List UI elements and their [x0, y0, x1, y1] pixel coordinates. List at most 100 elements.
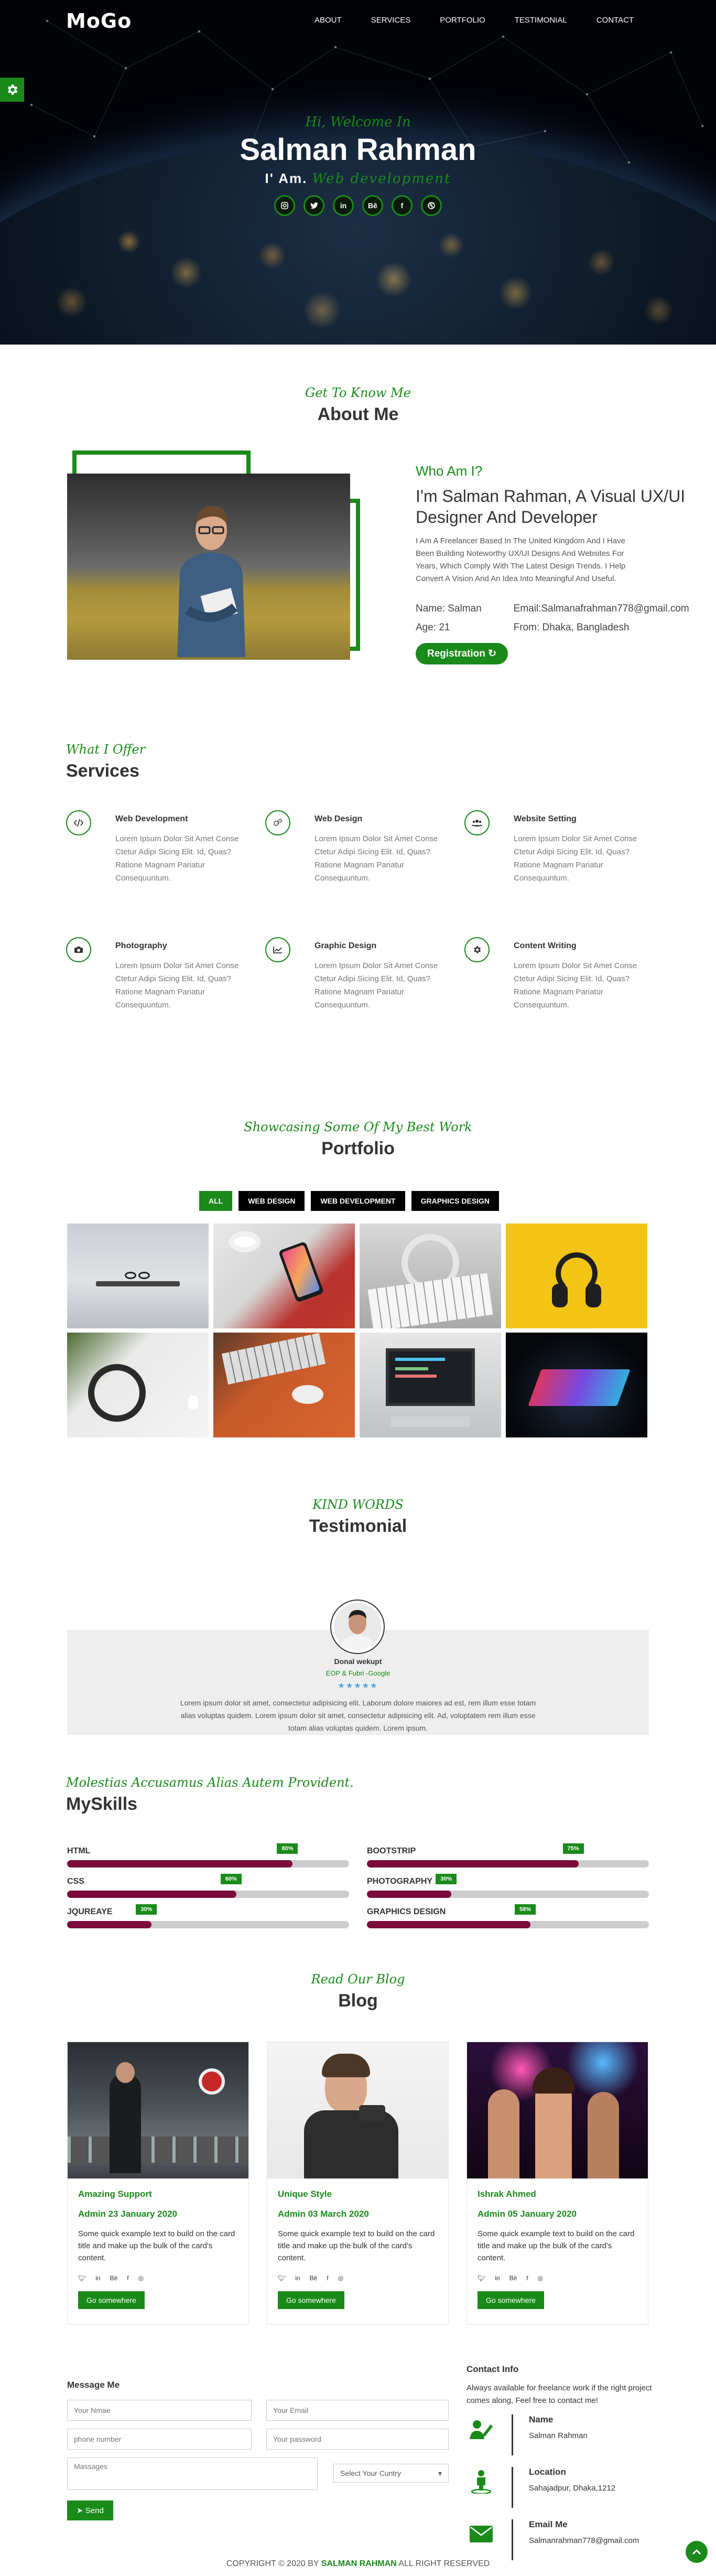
- country-select[interactable]: Select Your Cuntry ▾: [333, 2464, 449, 2483]
- blog-section: Read Our Blog Blog Amazing Support Admin…: [0, 1972, 716, 2339]
- behance-icon[interactable]: Bē: [509, 2274, 517, 2282]
- skill-percent-badge: 30%: [436, 1874, 457, 1884]
- about-email: Email:Salmanafrahman778@gmail.com: [513, 603, 689, 614]
- nav-link-portfolio[interactable]: PORTFOLIO: [440, 16, 485, 25]
- who-am-i-heading: Who Am I?: [416, 463, 483, 479]
- filter-web-development[interactable]: WEB DEVELOPMENT: [311, 1191, 405, 1211]
- blog-post-title[interactable]: Ishrak Ahmed: [478, 2189, 637, 2199]
- twitter-icon[interactable]: 🐦︎: [78, 2274, 86, 2282]
- portfolio-item[interactable]: [213, 1333, 355, 1437]
- skill-bar: [367, 1891, 649, 1898]
- send-button[interactable]: ➤ Send: [67, 2500, 113, 2520]
- portfolio-section: Showcasing Some Of My Best Work Portfoli…: [0, 1120, 716, 1461]
- linkedin-icon[interactable]: in: [95, 2274, 100, 2282]
- skill-label: CSS: [67, 1877, 84, 1886]
- name-input[interactable]: [67, 2400, 252, 2421]
- phone-input[interactable]: [67, 2429, 252, 2450]
- instagram-icon[interactable]: [274, 195, 295, 216]
- linkedin-icon[interactable]: in: [333, 195, 354, 216]
- dribbble-icon[interactable]: ◎: [138, 2274, 144, 2282]
- portfolio-item[interactable]: [67, 1333, 209, 1437]
- message-me-heading: Message Me: [67, 2380, 120, 2390]
- linkedin-icon[interactable]: in: [295, 2274, 300, 2282]
- registration-button[interactable]: Registration ↻: [416, 643, 508, 664]
- portfolio-item[interactable]: [213, 1223, 355, 1328]
- blog-post-title[interactable]: Amazing Support: [78, 2189, 238, 2199]
- nav-link-services[interactable]: SERVICES: [371, 16, 411, 25]
- facebook-icon[interactable]: f: [127, 2274, 128, 2282]
- contact-location-row: Location Sahajadpur, Dhaka,1212: [467, 2467, 655, 2512]
- behance-icon[interactable]: Bē: [310, 2274, 318, 2282]
- dribbble-icon[interactable]: ◎: [338, 2274, 343, 2282]
- password-input[interactable]: [266, 2429, 449, 2450]
- footer-author[interactable]: SALMAN RAHMAN: [321, 2559, 397, 2568]
- service-text: Lorem Ipsum Dolor Sit Amet Conse Ctetur …: [115, 834, 239, 883]
- testimonial-quote: Lorem ipsum dolor sit amet, consectetur …: [180, 1699, 536, 1732]
- person-illustration: [177, 506, 245, 657]
- role-prefix: I' Am.: [265, 170, 308, 186]
- blog-post-meta: Admin 03 March 2020: [278, 2209, 369, 2219]
- twitter-icon[interactable]: [303, 195, 324, 216]
- service-title: Website Setting: [514, 814, 577, 823]
- site-logo[interactable]: MoGo: [66, 9, 132, 33]
- skill-label: PHOTOGRAPHY: [367, 1877, 433, 1886]
- service-text: Lorem Ipsum Dolor Sit Amet Conse Ctetur …: [514, 834, 637, 883]
- facebook-icon[interactable]: f: [327, 2274, 328, 2282]
- go-somewhere-button[interactable]: Go somewhere: [478, 2291, 544, 2309]
- testimonial-kicker: KIND WORDS: [312, 1497, 404, 1512]
- contact-info: Contact Info Always available for freela…: [467, 2364, 655, 2564]
- nav-link-testimonial[interactable]: TESTIMONIAL: [515, 16, 567, 25]
- scroll-to-top-button[interactable]: [686, 2541, 708, 2563]
- camera-icon: [66, 937, 91, 962]
- skill-row: JQUREAYE 30%: [67, 1904, 349, 1938]
- hero-role: I' Am. Web development: [0, 170, 716, 187]
- dribbble-icon[interactable]: [421, 195, 442, 216]
- portfolio-item[interactable]: [506, 1333, 647, 1437]
- filter-all[interactable]: ALL: [199, 1191, 233, 1211]
- avatar: [331, 1601, 384, 1653]
- go-somewhere-button[interactable]: Go somewhere: [278, 2291, 344, 2309]
- behance-icon[interactable]: Bē: [362, 195, 383, 216]
- contact-location-label: Location: [529, 2467, 566, 2477]
- contact-name-row: Name Salman Rahman: [467, 2414, 655, 2460]
- about-photo: [67, 474, 350, 660]
- dribbble-icon[interactable]: ◎: [538, 2274, 543, 2282]
- about-age: Age: 21: [416, 622, 450, 633]
- blog-post-title[interactable]: Unique Style: [278, 2189, 438, 2199]
- rating-stars: ★★★★★: [338, 1681, 378, 1690]
- service-title: Web Design: [314, 814, 363, 823]
- facebook-icon[interactable]: f: [526, 2274, 528, 2282]
- portfolio-item[interactable]: [360, 1223, 501, 1328]
- message-textarea[interactable]: [67, 2457, 318, 2490]
- facebook-icon[interactable]: f: [392, 195, 413, 216]
- go-somewhere-button[interactable]: Go somewhere: [78, 2291, 145, 2309]
- skill-bar: [67, 1921, 349, 1928]
- skill-label: BOOTSTRIP: [367, 1847, 416, 1855]
- portfolio-item[interactable]: [360, 1333, 501, 1437]
- twitter-icon[interactable]: 🐦︎: [478, 2274, 485, 2282]
- testimonial-role: EOP & Fubri -Google: [326, 1669, 390, 1677]
- skills-title: MySkills: [66, 1794, 138, 1814]
- email-input[interactable]: [266, 2400, 449, 2421]
- contact-name-value: Salman Rahman: [529, 2431, 588, 2440]
- portfolio-item[interactable]: [506, 1223, 647, 1328]
- portfolio-item[interactable]: [67, 1223, 209, 1328]
- blog-kicker: Read Our Blog: [311, 1972, 405, 1987]
- linkedin-icon[interactable]: in: [495, 2274, 500, 2282]
- service-card: Graphic Design Lorem Ipsum Dolor Sit Amet…: [265, 937, 464, 1012]
- twitter-icon[interactable]: 🐦︎: [278, 2274, 286, 2282]
- navbar: MoGo ABOUT SERVICES PORTFOLIO TESTIMONIA…: [0, 0, 716, 42]
- filter-web-design[interactable]: WEB DESIGN: [238, 1191, 305, 1211]
- nav-link-contact[interactable]: CONTACT: [596, 16, 634, 25]
- skills-kicker: Molestias Accusamus Alias Autem Providen…: [66, 1775, 354, 1790]
- nav-link-about[interactable]: ABOUT: [314, 16, 342, 25]
- hero-greeting: Hi, Welcome In: [305, 114, 411, 130]
- behance-icon[interactable]: Bē: [110, 2274, 118, 2282]
- hero-social-links: in Bē f: [0, 195, 716, 216]
- gear-icon: [7, 84, 18, 95]
- skills-section: Molestias Accusamus Alias Autem Providen…: [0, 1775, 716, 1943]
- hero-text: Hi, Welcome In Salman Rahman I' Am. Web …: [0, 114, 716, 216]
- skill-bar-fill: [67, 1921, 152, 1928]
- filter-graphics-design[interactable]: GRAPHICS DESIGN: [411, 1191, 500, 1211]
- settings-gear-button[interactable]: [0, 78, 24, 102]
